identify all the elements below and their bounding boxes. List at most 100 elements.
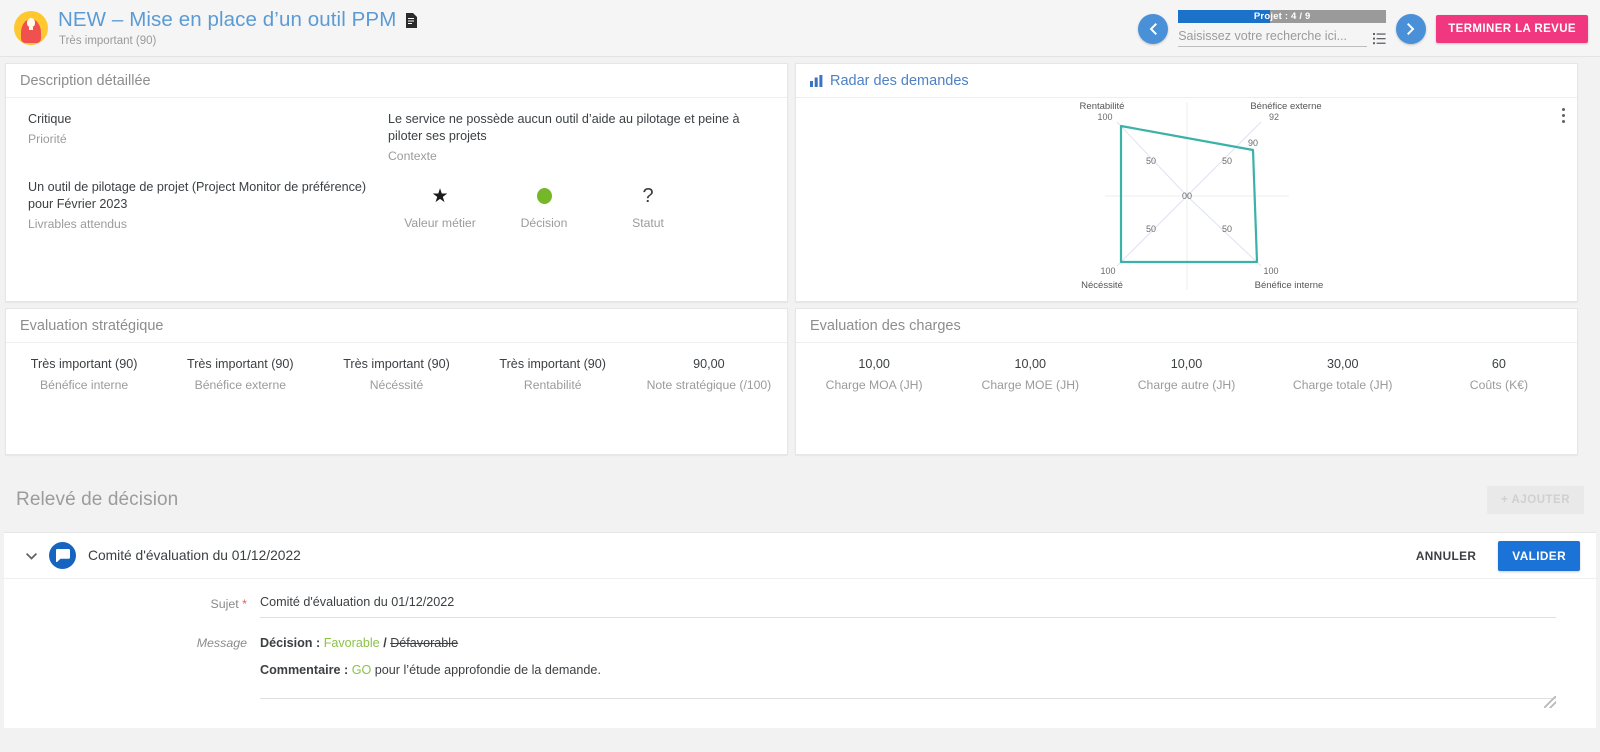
decision-form: Sujet * Message Décision : Favorable / D… xyxy=(4,579,1596,708)
stat-label: Note stratégique (/100) xyxy=(646,378,772,392)
stat-value: Très important (90) xyxy=(186,357,294,371)
project-progress-bar: Projet : 4 / 9 xyxy=(1178,10,1387,23)
stat-label: Charge totale (JH) xyxy=(1292,378,1393,392)
sujet-label-text: Sujet xyxy=(210,597,239,611)
message-line-commentaire: Commentaire : GO pour l’étude approfondi… xyxy=(260,661,1556,680)
form-row-sujet: Sujet * xyxy=(4,595,1556,618)
message-decision-separator: / xyxy=(379,636,391,650)
stat-rentabilite: Très important (90) Rentabilité xyxy=(475,357,631,392)
stat-value: 10,00 xyxy=(858,357,890,371)
description-card-title: Description détaillée xyxy=(20,72,151,89)
svg-text:50: 50 xyxy=(1145,156,1155,166)
stat-label: Bénéfice externe xyxy=(194,378,287,392)
add-decision-button[interactable]: + AJOUTER xyxy=(1487,486,1584,514)
message-textarea[interactable]: Décision : Favorable / Défavorable Comme… xyxy=(260,634,1556,708)
field-priorite-value: Critique xyxy=(28,112,72,126)
decision-entry-header: Comité d'évaluation du 01/12/2022 ANNULE… xyxy=(4,533,1596,579)
svg-text:100: 100 xyxy=(1263,266,1278,276)
search-input[interactable] xyxy=(1178,28,1368,47)
stat-necessite: Très important (90) Nécéssité xyxy=(318,357,474,392)
chevron-down-icon[interactable] xyxy=(26,549,37,563)
field-contexte: Le service ne possède aucun outil d’aide… xyxy=(388,111,769,163)
stat-charge-autre: 10,00 Charge autre (JH) xyxy=(1108,357,1264,392)
search-block: Projet : 4 / 9 xyxy=(1178,10,1387,47)
stat-label: Rentabilité xyxy=(523,378,582,392)
message-commentaire-go: GO xyxy=(351,662,372,677)
radar-chart: 100 92 100 100 50 50 50 50 00 90 Rentabi… xyxy=(1079,101,1323,291)
form-row-message: Message Décision : Favorable / Défavorab… xyxy=(4,634,1556,708)
svg-text:100: 100 xyxy=(1097,112,1112,122)
message-label: Message xyxy=(196,636,247,650)
stat-charge-moa: 10,00 Charge MOA (JH) xyxy=(796,357,952,392)
stat-label: Charge autre (JH) xyxy=(1137,378,1236,392)
evaluation-charges-header: Evaluation des charges xyxy=(796,309,1577,343)
stat-couts: 60 Coûts (K€) xyxy=(1421,357,1577,392)
indicator-valeur-metier-label: Valeur métier xyxy=(404,216,476,230)
evaluation-charges-title: Evaluation des charges xyxy=(810,317,961,334)
evaluation-charges-card: Evaluation des charges 10,00 Charge MOA … xyxy=(795,308,1578,455)
previous-project-button[interactable] xyxy=(1138,13,1169,44)
stat-label: Nécéssité xyxy=(369,378,424,392)
indicator-valeur-metier: ★ Valeur métier xyxy=(388,183,492,247)
stat-benefice-interne: Très important (90) Bénéfice interne xyxy=(6,357,162,392)
list-view-icon[interactable] xyxy=(1373,33,1386,47)
page-subtitle: Très important (90) xyxy=(59,34,157,47)
stat-value: 10,00 xyxy=(1014,357,1047,371)
cards-grid: Description détaillée Critique Priorité … xyxy=(0,57,1600,455)
stat-value: Très important (90) xyxy=(30,357,138,371)
indicator-decision: Décision xyxy=(492,183,596,247)
stat-charge-totale: 30,00 Charge totale (JH) xyxy=(1265,357,1421,392)
stat-value: 60 xyxy=(1491,357,1506,371)
message-commentaire-rest: pour l’étude approfondie de la demande. xyxy=(371,662,601,677)
required-marker: * xyxy=(242,597,247,611)
radar-card: Radar des demandes 100 92 100 100 50 50 … xyxy=(795,63,1578,302)
message-commentaire-prefix: Commentaire : xyxy=(260,662,352,677)
releve-title: Relevé de décision xyxy=(16,489,179,510)
question-mark-icon: ? xyxy=(642,185,654,207)
validate-button[interactable]: VALIDER xyxy=(1498,540,1580,571)
stat-benefice-externe: Très important (90) Bénéfice externe xyxy=(162,357,318,392)
page-title: NEW – Mise en place d’un outil PPM xyxy=(58,8,397,32)
stat-value: 30,00 xyxy=(1326,357,1359,371)
app-header: NEW – Mise en place d’un outil PPM Très … xyxy=(0,0,1600,57)
field-livrables: Un outil de pilotage de projet (Project … xyxy=(28,179,388,231)
evaluation-strategique-card: Evaluation stratégique Très important (9… xyxy=(5,308,788,455)
sujet-label: Sujet * xyxy=(4,595,260,611)
comment-icon xyxy=(49,542,76,569)
document-icon[interactable] xyxy=(405,12,418,28)
indicator-statut: ? Statut xyxy=(596,183,700,247)
stat-label: Charge MOE (JH) xyxy=(981,378,1080,392)
header-controls: Projet : 4 / 9 TERMINER LA REVUE xyxy=(1138,0,1588,57)
indicator-decision-label: Décision xyxy=(520,216,568,230)
svg-text:00: 00 xyxy=(1181,191,1191,201)
message-decision-favorable: Favorable xyxy=(323,636,380,650)
next-project-button[interactable] xyxy=(1396,13,1427,44)
cancel-button[interactable]: ANNULER xyxy=(1406,541,1486,571)
evaluation-strategique-title: Evaluation stratégique xyxy=(20,317,164,334)
sujet-input[interactable] xyxy=(260,595,1556,618)
indicators: ★ Valeur métier Décision ? Statut xyxy=(388,183,769,247)
stat-value: Très important (90) xyxy=(343,357,450,371)
description-card-header: Description détaillée xyxy=(6,64,787,98)
svg-text:50: 50 xyxy=(1221,156,1231,166)
message-decision-defavorable: Défavorable xyxy=(390,636,459,650)
idea-head-icon xyxy=(14,10,48,45)
finish-review-button[interactable]: TERMINER LA REVUE xyxy=(1436,14,1588,43)
field-livrables-value: Un outil de pilotage de projet (Project … xyxy=(28,180,367,211)
message-decision-prefix: Décision : xyxy=(260,636,324,650)
stat-value: 10,00 xyxy=(1170,357,1203,371)
svg-text:92: 92 xyxy=(1268,112,1278,122)
description-card: Description détaillée Critique Priorité … xyxy=(5,63,788,302)
stat-value: Très important (90) xyxy=(499,357,607,371)
green-dot-icon xyxy=(536,188,552,204)
evaluation-strategique-header: Evaluation stratégique xyxy=(6,309,787,343)
field-livrables-label: Livrables attendus xyxy=(28,217,127,231)
kebab-menu-icon[interactable] xyxy=(1562,108,1565,123)
stat-note-strategique: 90,00 Note stratégique (/100) xyxy=(631,357,787,392)
field-priorite-label: Priorité xyxy=(28,132,67,146)
star-icon: ★ xyxy=(431,185,449,207)
decision-entry-title: Comité d'évaluation du 01/12/2022 xyxy=(88,548,301,563)
svg-text:90: 90 xyxy=(1247,138,1257,148)
textarea-resize-handle[interactable] xyxy=(1544,695,1556,708)
stat-label: Charge MOA (JH) xyxy=(825,378,923,392)
